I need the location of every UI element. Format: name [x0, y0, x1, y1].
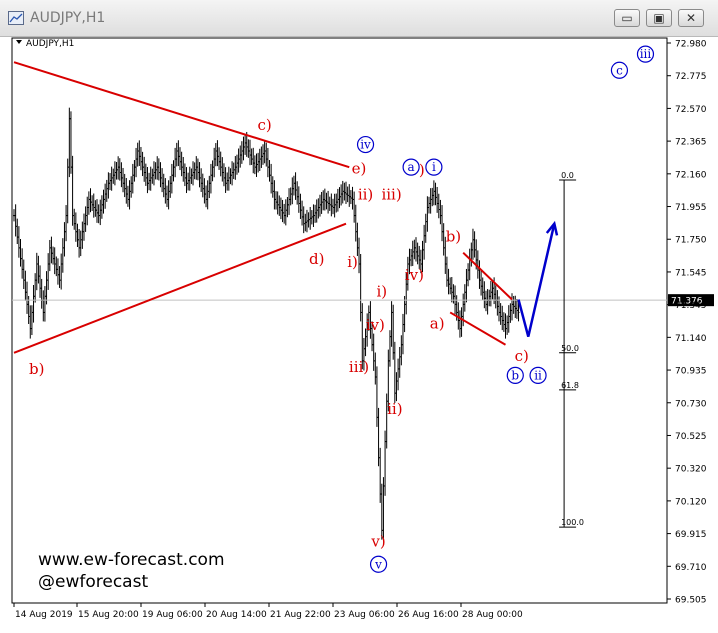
y-tick-label: 71.750: [675, 236, 707, 246]
wave-label: c): [515, 347, 529, 365]
window-titlebar: AUDJPY,H1 ▭ ▣ ✕: [0, 0, 718, 37]
y-tick-label: 69.505: [675, 596, 707, 606]
y-tick-label: 71.140: [675, 334, 707, 344]
y-tick-label: 70.935: [675, 367, 707, 377]
wave-label: b): [446, 227, 461, 245]
restore-button[interactable]: ▣: [646, 9, 672, 27]
wave-circle-label: c: [616, 63, 623, 77]
wave-label: ii): [387, 400, 402, 418]
wave-label: ii): [358, 185, 373, 203]
y-tick-label: 70.120: [675, 497, 707, 507]
chart-window-icon: [8, 11, 24, 25]
minimize-button[interactable]: ▭: [614, 9, 640, 27]
watermark-handle: @ewforecast: [38, 572, 148, 592]
x-tick-label: 21 Aug 22:00: [270, 610, 331, 620]
wave-label: iii): [381, 185, 401, 203]
x-tick-label: 19 Aug 06:00: [142, 610, 203, 620]
x-tick-label: 14 Aug 2019: [15, 610, 73, 620]
wave-label: iv): [366, 316, 385, 334]
x-tick-label: 28 Aug 00:00: [462, 610, 523, 620]
y-tick-label: 69.710: [675, 563, 707, 573]
y-tick-label: 70.730: [675, 399, 707, 409]
y-tick-label: 72.570: [675, 105, 707, 115]
wave-circle-label: b: [511, 368, 519, 382]
x-tick-label: 26 Aug 16:00: [398, 610, 459, 620]
wave-label: iii): [349, 358, 369, 376]
wave-circle-label: i: [432, 160, 436, 174]
close-button[interactable]: ✕: [678, 9, 704, 27]
wave-label: b): [29, 360, 44, 378]
wave-label: c): [258, 116, 272, 134]
wave-label: i): [376, 282, 387, 300]
wave-label: iv): [405, 266, 424, 284]
wave-label: i): [347, 253, 358, 271]
y-tick-label: 72.160: [675, 170, 707, 180]
y-tick-label: 71.955: [675, 203, 707, 213]
y-tick-label: 72.365: [675, 138, 707, 148]
symbol-label: AUDJPY,H1: [26, 39, 74, 49]
window-title: AUDJPY,H1: [30, 10, 106, 26]
wave-label: e): [352, 160, 367, 178]
y-tick-label: 72.980: [675, 40, 707, 50]
wave-circle-label: a: [408, 160, 415, 174]
fib-level-label: 50.0: [561, 344, 579, 353]
price-chart: 71.376 0.050.061.8100.0 c)e)d)b)ii)i)iii…: [11, 37, 714, 620]
wave-circle-label: iv: [360, 138, 371, 152]
y-tick-label: 70.320: [675, 465, 707, 475]
x-tick-label: 15 Aug 20:00: [78, 610, 139, 620]
x-tick-label: 23 Aug 06:00: [334, 610, 395, 620]
y-tick-label: 71.345: [675, 301, 707, 311]
watermark-url: www.ew-forecast.com: [38, 550, 225, 570]
wave-label: a): [430, 315, 445, 333]
wave-circle-label: ii: [534, 368, 542, 382]
fib-level-label: 0.0: [561, 171, 574, 180]
fib-level-label: 100.0: [561, 518, 584, 527]
wave-label: d): [309, 250, 324, 268]
y-tick-label: 69.915: [675, 530, 707, 540]
chart-area[interactable]: 71.376 0.0 50.0 61.8 100.0 c) e) d) b) ii) i) iii…: [0, 36, 718, 633]
fib-level-label: 61.8: [561, 381, 579, 390]
x-tick-label: 20 Aug 14:00: [206, 610, 267, 620]
y-tick-label: 70.525: [675, 432, 707, 442]
y-tick-label: 72.775: [675, 72, 707, 82]
wave-circle-label: v: [374, 557, 382, 571]
wave-label: v): [370, 533, 385, 551]
y-tick-label: 71.545: [675, 268, 707, 278]
wave-circle-label: iii: [640, 47, 652, 61]
